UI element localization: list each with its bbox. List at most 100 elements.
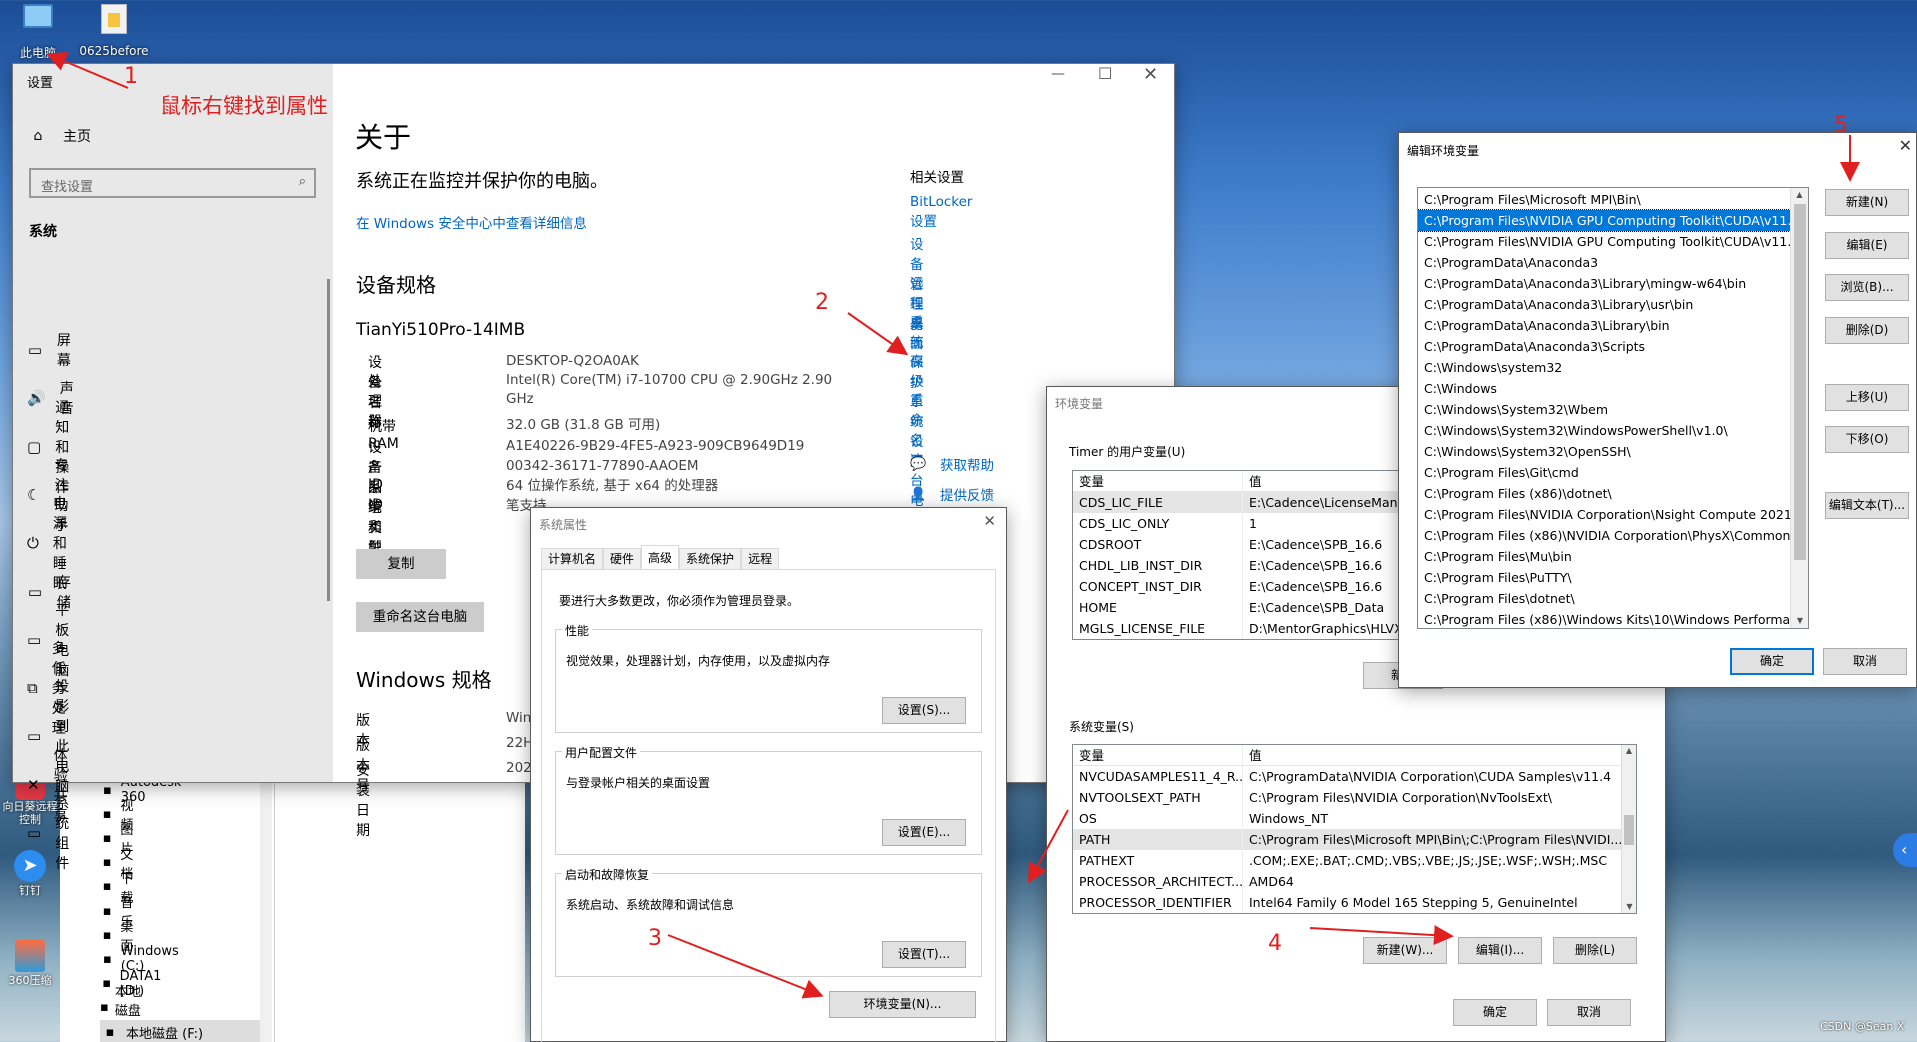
tab-0[interactable]: 计算机名	[541, 548, 604, 570]
scroll-thumb[interactable]	[1624, 815, 1634, 845]
nav-home[interactable]: ⌂ 主页	[27, 126, 91, 146]
path-entry[interactable]: C:\Windows\system32	[1418, 357, 1790, 378]
section-label: 系统	[29, 224, 57, 240]
sidebar-scrollbar[interactable]	[327, 279, 330, 601]
security-link[interactable]: 在 Windows 安全中心中查看详细信息	[356, 212, 587, 232]
startup-recovery-desc: 系统启动、系统故障和调试信息	[566, 898, 735, 912]
sidebar-item-10[interactable]: ▭ 系统组件	[27, 796, 77, 872]
path-entry[interactable]: C:\Program Files\Microsoft MPI\Bin\	[1418, 189, 1790, 210]
sys-vars-scrollbar[interactable]: ▲ ▼	[1621, 745, 1636, 913]
minimize-button[interactable]: —	[1051, 66, 1065, 82]
path-entry[interactable]: C:\ProgramData\Anaconda3\Library\bin	[1418, 315, 1790, 336]
path-entry[interactable]: C:\Program Files (x86)\NVIDIA Corporatio…	[1418, 525, 1790, 546]
var-value: C:\ProgramData\NVIDIA Corporation\CUDA S…	[1249, 769, 1612, 784]
desktop-icon-360zip[interactable]: 360压缩	[8, 940, 52, 988]
table-row[interactable]: PATHEXT .COM;.EXE;.BAT;.CMD;.VBS;.VBE;.JS…	[1073, 850, 1636, 871]
table-row[interactable]: OS Windows_NT	[1073, 808, 1636, 829]
tree-item-label: 本地磁盘 (F:)	[126, 1026, 204, 1042]
desktop-icon-0625before[interactable]: 0625before	[78, 4, 150, 58]
close-icon[interactable]: ✕	[983, 512, 996, 530]
col-variable[interactable]: 变量	[1073, 745, 1243, 765]
desktop-icon-dingtalk[interactable]: ➤ 钉钉	[8, 850, 52, 898]
scroll-thumb[interactable]	[1794, 204, 1806, 560]
scroll-down-icon[interactable]: ▼	[1791, 614, 1809, 628]
cancel-button[interactable]: 取消	[1823, 648, 1907, 675]
table-row[interactable]: NVTOOLSEXT_PATH C:\Program Files\NVIDIA C…	[1073, 787, 1636, 808]
edit-env-button-4[interactable]: 上移(U)	[1825, 384, 1909, 411]
edit-env-button-5[interactable]: 下移(O)	[1825, 426, 1909, 453]
startup-settings-button[interactable]: 设置(T)...	[882, 941, 966, 968]
drive-icon: ▪	[100, 1000, 109, 1016]
project-icon: ▭	[27, 727, 42, 746]
maximize-button[interactable]: ☐	[1098, 64, 1112, 83]
tab-1[interactable]: 硬件	[603, 548, 642, 570]
path-entry[interactable]: C:\Program Files\dotnet\	[1418, 588, 1790, 609]
path-entry[interactable]: C:\Windows\System32\WindowsPowerShell\v1…	[1418, 420, 1790, 441]
path-entry[interactable]: C:\Windows\System32\OpenSSH\	[1418, 441, 1790, 462]
ok-button[interactable]: 确定	[1730, 648, 1814, 675]
table-row[interactable]: PROCESSOR_ARCHITECT... AMD64	[1073, 871, 1636, 892]
environment-variables-button[interactable]: 环境变量(N)...	[829, 991, 976, 1018]
ok-button[interactable]: 确定	[1453, 999, 1537, 1026]
help-link[interactable]: 💬 获取帮助	[910, 454, 994, 475]
related-link[interactable]: BitLocker 设置	[910, 194, 972, 230]
path-list[interactable]: C:\Program Files\Microsoft MPI\Bin\ C:\Pr…	[1417, 187, 1809, 629]
cancel-button[interactable]: 取消	[1547, 999, 1631, 1026]
sys-new-button[interactable]: 新建(W)...	[1363, 937, 1447, 964]
path-entry[interactable]: C:\Program Files\PuTTY\	[1418, 567, 1790, 588]
scroll-up-icon[interactable]: ▲	[1622, 745, 1636, 757]
path-entry[interactable]: C:\Program Files (x86)\Windows Kits\10\W…	[1418, 609, 1790, 628]
path-list-scrollbar[interactable]: ▲ ▼	[1790, 188, 1808, 628]
path-entry[interactable]: C:\ProgramData\Anaconda3	[1418, 252, 1790, 273]
tab-3[interactable]: 系统保护	[679, 548, 742, 570]
sys-delete-button[interactable]: 删除(L)	[1553, 937, 1637, 964]
path-entry[interactable]: C:\Program Files\NVIDIA Corporation\Nsig…	[1418, 504, 1790, 525]
edit-env-button-0[interactable]: 新建(N)	[1825, 189, 1909, 216]
tab-4[interactable]: 远程	[741, 548, 780, 570]
search-input[interactable]: 查找设置 ⌕	[29, 168, 316, 198]
path-entry[interactable]: C:\Program Files\Git\cmd	[1418, 462, 1790, 483]
table-row[interactable]: NVCUDASAMPLES11_4_R... C:\ProgramData\NVI…	[1073, 766, 1636, 787]
copy-button[interactable]: 复制	[356, 549, 446, 579]
path-entry[interactable]: C:\ProgramData\Anaconda3\Library\usr\bin	[1418, 294, 1790, 315]
close-icon[interactable]: ✕	[1899, 136, 1912, 155]
path-entry[interactable]: C:\Program Files\Mu\bin	[1418, 546, 1790, 567]
startup-recovery-group: 启动和故障恢复 系统启动、系统故障和调试信息 设置(T)...	[555, 866, 982, 977]
tree-item[interactable]: ▪ 本地磁盘 (F:)	[100, 1020, 260, 1042]
path-entry[interactable]: C:\Windows\System32\Wbem	[1418, 399, 1790, 420]
tree-item[interactable]: ▪本地磁盘 (E:)	[100, 985, 149, 1034]
path-entry[interactable]: C:\Program Files\NVIDIA GPU Computing To…	[1418, 231, 1790, 252]
explorer-scrollbar[interactable]	[260, 760, 272, 1042]
scroll-down-icon[interactable]: ▼	[1622, 901, 1637, 913]
tab-2[interactable]: 高级	[641, 545, 680, 569]
sidebar-item-0[interactable]: ▭ 屏幕	[27, 330, 77, 370]
edit-env-button-1[interactable]: 编辑(E)	[1825, 232, 1909, 259]
path-entry[interactable]: C:\ProgramData\Anaconda3\Library\mingw-w…	[1418, 273, 1790, 294]
desktop-icon-this-pc[interactable]: 此电脑	[14, 4, 62, 61]
sidebar-item-label: 屏幕	[56, 333, 71, 369]
sys-edit-button[interactable]: 编辑(I)...	[1458, 937, 1542, 964]
performance-group: 性能 视觉效果，处理器计划，内存使用，以及虚拟内存 设置(S)...	[555, 622, 982, 733]
table-row[interactable]: PROCESSOR_IDENTIFIER Intel64 Family 6 Mod…	[1073, 892, 1636, 913]
edit-env-button-6[interactable]: 编辑文本(T)...	[1825, 492, 1909, 519]
user-profile-settings-button[interactable]: 设置(E)...	[882, 819, 966, 846]
col-variable[interactable]: 变量	[1073, 471, 1243, 491]
feedback-link[interactable]: 👤 提供反馈	[910, 484, 994, 505]
side-collapse-button[interactable]: ‹	[1893, 833, 1917, 867]
edit-env-button-3[interactable]: 删除(D)	[1825, 317, 1909, 344]
scroll-up-icon[interactable]: ▲	[1791, 188, 1808, 202]
performance-settings-button[interactable]: 设置(S)...	[882, 697, 966, 724]
path-entry[interactable]: C:\Windows	[1418, 378, 1790, 399]
rename-pc-button[interactable]: 重命名这台电脑	[356, 602, 484, 632]
table-row[interactable]: PATH C:\Program Files\Microsoft MPI\Bin\;…	[1073, 829, 1636, 850]
edit-env-variable-dialog: 编辑环境变量 ✕ C:\Program Files\Microsoft MPI\…	[1398, 132, 1917, 688]
annotation-3: 3	[648, 926, 662, 951]
edit-env-button-2[interactable]: 浏览(B)...	[1825, 274, 1909, 301]
sidebar-item-4[interactable]: ⏻ 电源和睡眠	[27, 496, 77, 592]
col-value[interactable]: 值	[1243, 745, 1636, 765]
path-entry[interactable]: C:\ProgramData\Anaconda3\Scripts	[1418, 336, 1790, 357]
path-entry[interactable]: C:\Program Files\NVIDIA GPU Computing To…	[1418, 209, 1791, 232]
sys-vars-table[interactable]: 变量值 NVCUDASAMPLES11_4_R... C:\ProgramData\…	[1072, 744, 1637, 914]
path-entry[interactable]: C:\Program Files (x86)\dotnet\	[1418, 483, 1790, 504]
close-button[interactable]: ✕	[1143, 64, 1158, 85]
